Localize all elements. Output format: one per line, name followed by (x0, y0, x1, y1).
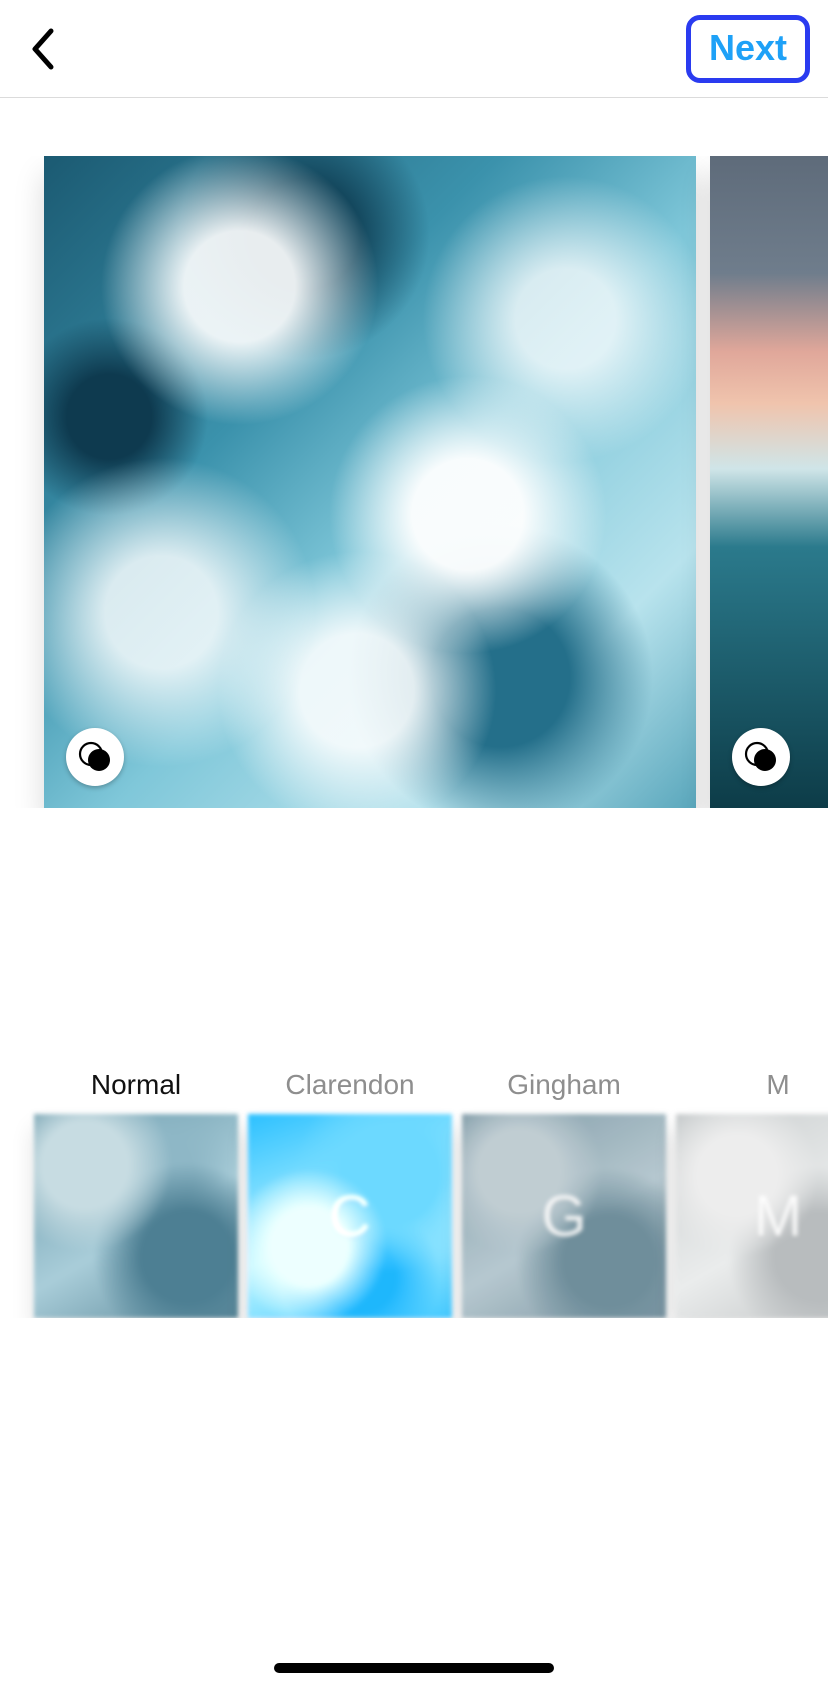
header-bar: Next (0, 0, 828, 98)
filter-label: Clarendon (248, 1062, 452, 1108)
back-button[interactable] (18, 24, 68, 74)
photo-carousel[interactable] (0, 156, 828, 808)
filter-thumb: G (462, 1114, 666, 1318)
filter-item-gingham[interactable]: Gingham G (462, 1062, 666, 1318)
filter-thumb (34, 1114, 238, 1318)
venn-icon (78, 740, 112, 774)
next-button[interactable]: Next (686, 15, 810, 83)
filter-letter: G (541, 1183, 586, 1250)
filter-label: Normal (34, 1062, 238, 1108)
filter-strip[interactable]: Normal Clarendon C Gingham G M M (0, 1062, 828, 1318)
photo-preview[interactable] (44, 156, 696, 808)
filter-item-normal[interactable]: Normal (34, 1062, 238, 1318)
filter-label: Gingham (462, 1062, 666, 1108)
filter-label: M (676, 1062, 828, 1108)
home-indicator[interactable] (274, 1663, 554, 1673)
lux-button[interactable] (732, 728, 790, 786)
filter-letter: M (754, 1183, 802, 1250)
filter-thumb: C (248, 1114, 452, 1318)
filter-item-clarendon[interactable]: Clarendon C (248, 1062, 452, 1318)
lux-button[interactable] (66, 728, 124, 786)
filter-letter: C (329, 1183, 371, 1250)
venn-icon (744, 740, 778, 774)
next-button-label: Next (709, 27, 787, 68)
photo-preview[interactable] (710, 156, 828, 808)
filter-thumb: M (676, 1114, 828, 1318)
chevron-left-icon (29, 27, 57, 71)
filter-item-next[interactable]: M M (676, 1062, 828, 1318)
